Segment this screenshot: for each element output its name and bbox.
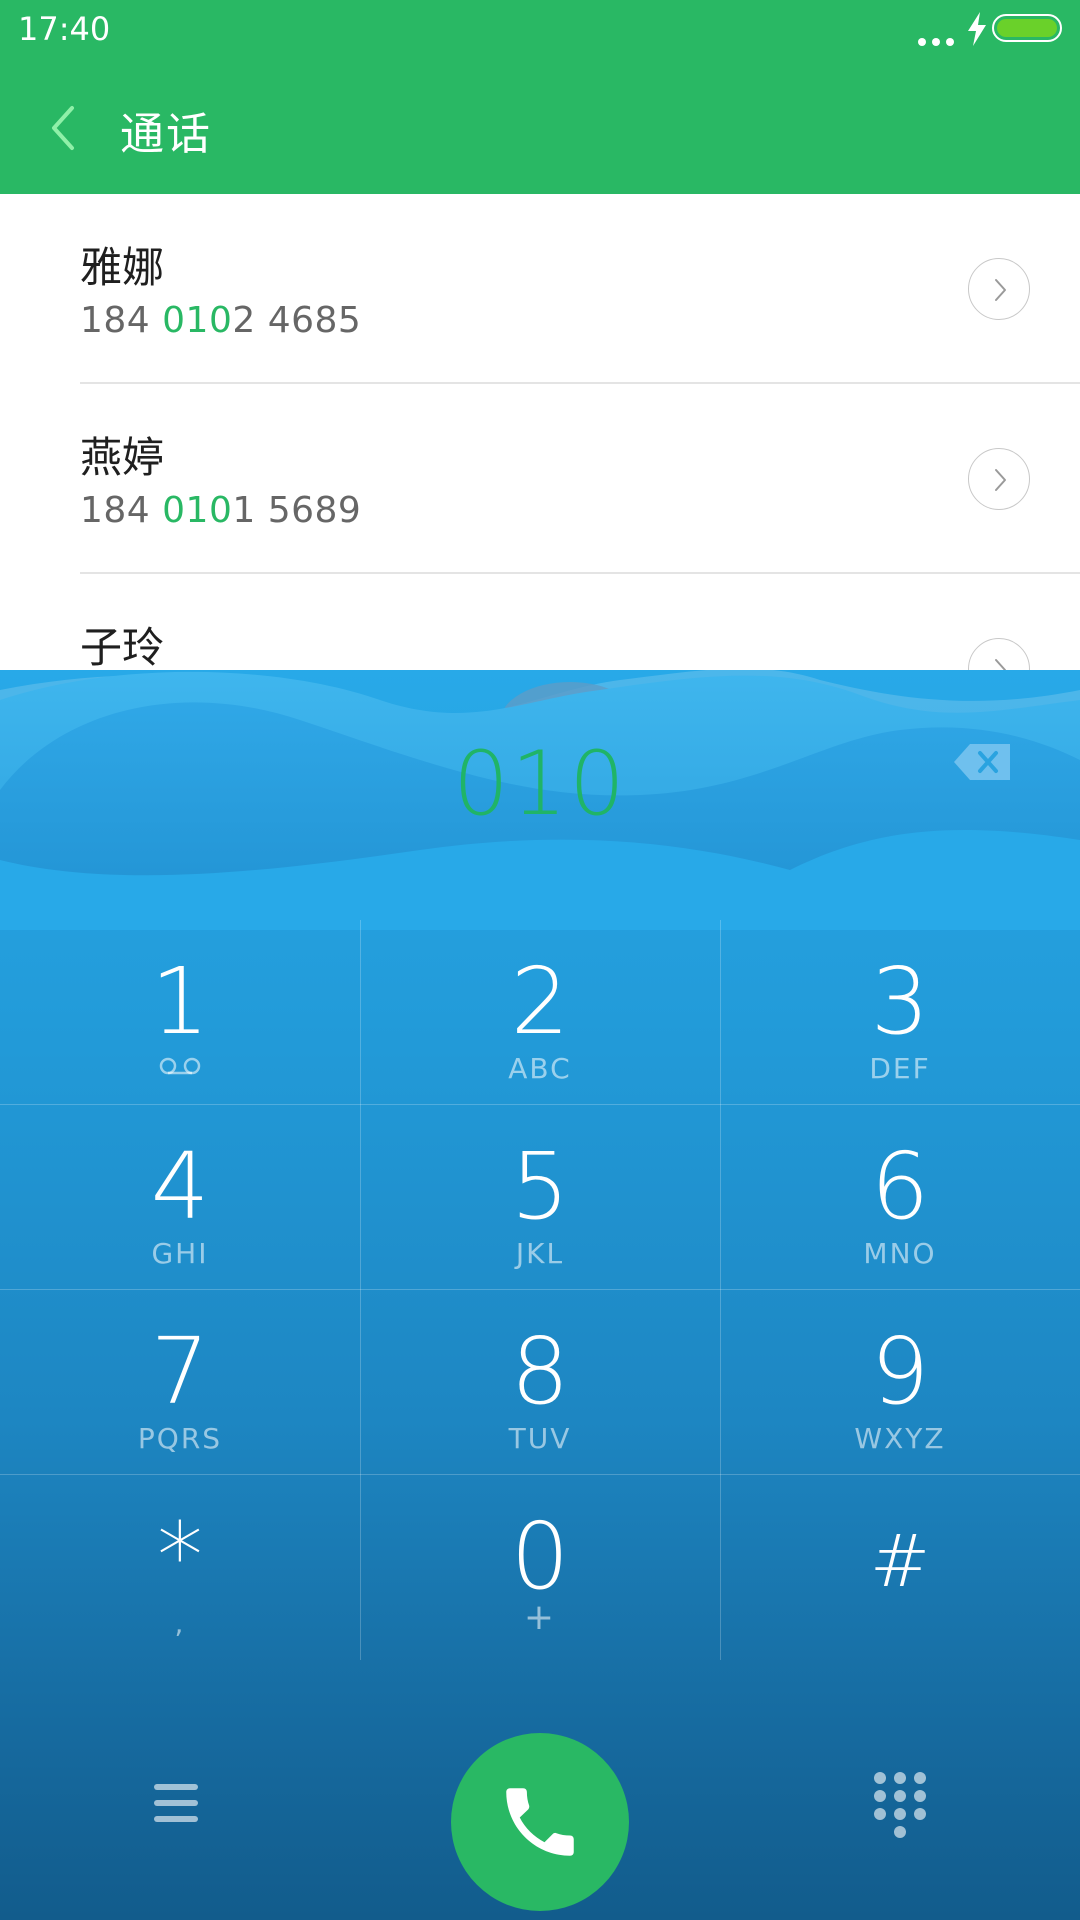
key-0[interactable]: 0 + (360, 1475, 720, 1659)
battery-icon (992, 14, 1062, 42)
status-bar: 17:40 (0, 0, 1080, 60)
contact-number: 184 0101 5689 (80, 490, 362, 531)
key-digit: 7 (150, 1318, 210, 1425)
back-button[interactable] (40, 100, 90, 156)
page-title: 通话 (120, 109, 212, 160)
status-time: 17:40 (18, 10, 111, 48)
dialpad-toggle-button[interactable] (870, 1768, 930, 1844)
key-8[interactable]: 8 TUV (360, 1290, 720, 1474)
dialer-panel: 010 1 2 ABC 3 DEF 4 GHI 5 JKL 6 MNO 7 PQ… (0, 670, 1080, 1920)
dialpad: 1 2 ABC 3 DEF 4 GHI 5 JKL 6 MNO 7 PQRS 8… (0, 920, 1080, 1660)
dialer-action-bar (0, 1700, 1080, 1911)
key-hash[interactable]: # (720, 1475, 1080, 1659)
key-2[interactable]: 2 ABC (360, 920, 720, 1104)
chevron-right-icon (995, 279, 1006, 301)
backspace-icon (954, 744, 1010, 780)
contact-name: 雅娜 (80, 243, 165, 292)
key-digit: 1 (150, 948, 210, 1055)
contact-name: 燕婷 (80, 433, 165, 482)
key-5[interactable]: 5 JKL (360, 1105, 720, 1289)
key-digit: 9 (870, 1318, 930, 1425)
key-digit: # (869, 1519, 931, 1603)
menu-icon (154, 1784, 198, 1822)
voicemail-icon (159, 1057, 201, 1075)
key-letters: MNO (863, 1237, 937, 1270)
contact-detail-button[interactable] (968, 258, 1030, 320)
key-3[interactable]: 3 DEF (720, 920, 1080, 1104)
chevron-left-icon (52, 106, 74, 150)
key-9[interactable]: 9 WXYZ (720, 1290, 1080, 1474)
backspace-button[interactable] (954, 742, 1012, 782)
key-digit: 4 (150, 1133, 210, 1240)
key-digit: * (157, 1503, 203, 1610)
key-letters: JKL (515, 1237, 565, 1270)
key-letters: WXYZ (854, 1422, 946, 1455)
key-letters: GHI (151, 1237, 209, 1270)
contact-name: 子玲 (80, 623, 165, 672)
key-1[interactable]: 1 (0, 920, 360, 1104)
key-4[interactable]: 4 GHI (0, 1105, 360, 1289)
contact-list: 雅娜 184 0102 4685 燕婷 184 0101 5689 子玲 184… (0, 194, 1080, 734)
dialed-number: 010 (453, 732, 627, 835)
key-7[interactable]: 7 PQRS (0, 1290, 360, 1474)
key-6[interactable]: 6 MNO (720, 1105, 1080, 1289)
key-letters: + (523, 1597, 557, 1638)
contact-row[interactable]: 燕婷 184 0101 5689 (0, 384, 1080, 574)
key-digit: 3 (870, 948, 930, 1055)
key-digit: 2 (510, 948, 570, 1055)
key-letters: , (174, 1607, 186, 1640)
more-dots-icon (918, 38, 954, 46)
key-letters: ABC (508, 1052, 572, 1085)
key-letters: PQRS (137, 1422, 223, 1455)
key-digit: 5 (510, 1133, 570, 1240)
key-digit: 6 (870, 1133, 930, 1240)
menu-button[interactable] (150, 1780, 212, 1828)
contact-row[interactable]: 雅娜 184 0102 4685 (0, 194, 1080, 384)
phone-icon (506, 1788, 574, 1856)
contact-number: 184 0102 4685 (80, 300, 362, 341)
key-digit: 8 (510, 1318, 570, 1425)
chevron-right-icon (995, 469, 1006, 491)
charging-icon (968, 12, 986, 46)
app-header: 通话 (0, 60, 1080, 194)
call-button[interactable] (451, 1733, 629, 1911)
dialpad-icon (874, 1772, 926, 1838)
key-star[interactable]: * , (0, 1475, 360, 1659)
key-letters: DEF (869, 1052, 931, 1085)
key-digit: 0 (510, 1503, 570, 1610)
key-letters: TUV (508, 1422, 572, 1455)
contact-detail-button[interactable] (968, 448, 1030, 510)
